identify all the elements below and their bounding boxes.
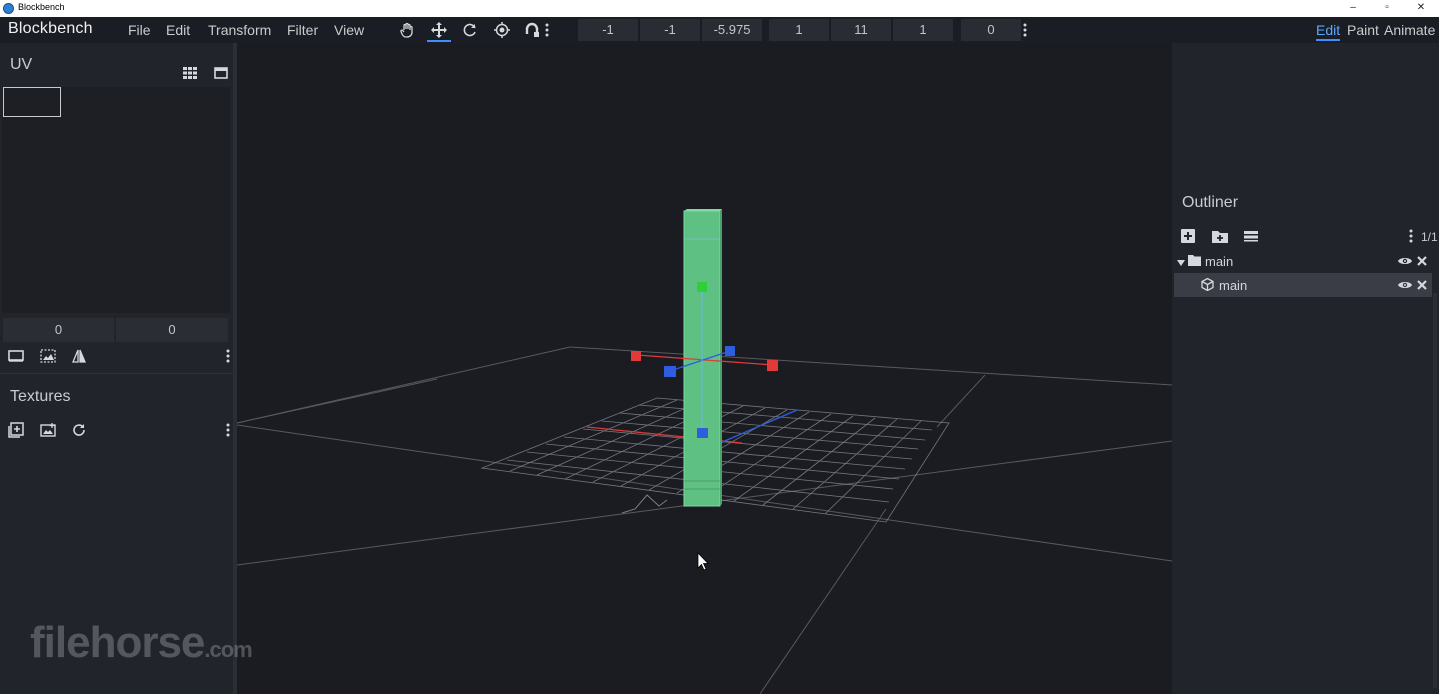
create-texture-icon[interactable] (39, 421, 57, 439)
3d-viewport[interactable] (237, 43, 1172, 694)
mode-paint-tab[interactable]: Paint (1347, 22, 1379, 38)
menu-transform[interactable]: Transform (208, 22, 271, 38)
move-tool-icon[interactable] (427, 19, 451, 42)
textures-panel-title: Textures (10, 388, 71, 405)
mode-edit-tab[interactable]: Edit (1316, 22, 1341, 41)
maximize-uv-icon[interactable] (212, 64, 230, 82)
export-toggle-x-icon[interactable] (1417, 254, 1431, 268)
textures-more-icon[interactable] (224, 421, 232, 439)
add-cube-icon[interactable] (1179, 227, 1197, 245)
outliner-title: Outliner (1182, 194, 1239, 211)
export-toggle-x-icon[interactable] (1417, 278, 1431, 292)
os-title-bar: Blockbench – ▫ ✕ (0, 0, 1439, 17)
cube-icon (1201, 277, 1215, 292)
window-title: Blockbench (18, 2, 65, 12)
viewport-scene (237, 209, 1172, 694)
mouse-cursor (697, 552, 709, 571)
uv-size-y-field[interactable]: 0 (116, 318, 228, 342)
outliner-scrollbar[interactable] (1433, 293, 1437, 688)
gizmo-z-handle-far (725, 346, 735, 356)
gizmo-x-handle (767, 360, 778, 371)
visibility-eye-icon[interactable] (1398, 278, 1412, 292)
menu-edit[interactable]: Edit (166, 22, 190, 38)
outliner-counter: 1/1 (1421, 230, 1438, 244)
maximize-button[interactable]: ▫ (1370, 0, 1404, 17)
pivot-tool-icon[interactable] (490, 19, 514, 41)
position-x-field[interactable]: -1 (578, 19, 638, 41)
folder-icon (1188, 254, 1202, 268)
right-sidebar: Outliner 1/1 main main (1172, 43, 1439, 694)
inflate-field[interactable]: 0 (961, 19, 1021, 41)
menu-filter[interactable]: Filter (287, 22, 318, 38)
hand-tool-icon[interactable] (395, 19, 419, 41)
cube-element (683, 209, 722, 507)
menu-file[interactable]: File (128, 22, 151, 38)
collapse-all-icon[interactable] (1242, 227, 1260, 245)
rotate-tool-icon[interactable] (458, 19, 482, 41)
add-group-icon[interactable] (1211, 227, 1229, 245)
gizmo-x-handle-neg (631, 351, 641, 361)
position-y-field[interactable]: -1 (640, 19, 700, 41)
gizmo-y-handle (697, 282, 707, 292)
import-texture-icon[interactable] (7, 421, 25, 439)
size-z-field[interactable]: 1 (893, 19, 953, 41)
menu-view[interactable]: View (334, 22, 364, 38)
element-panel-area (1172, 43, 1439, 183)
minimize-button[interactable]: – (1336, 0, 1370, 17)
outliner-more-icon[interactable] (1407, 227, 1415, 245)
left-sidebar: UV 0 0 Textures (0, 43, 236, 694)
uv-size-x-field[interactable]: 0 (3, 318, 114, 342)
outliner-cube-row[interactable]: main (1174, 273, 1432, 297)
grid-view-icon[interactable] (181, 64, 199, 82)
uv-editor-canvas[interactable] (2, 87, 230, 313)
mode-animate-tab[interactable]: Animate (1384, 22, 1435, 38)
menu-bar: Blockbench File Edit Transform Filter Vi… (0, 17, 1439, 43)
uv-more-icon[interactable] (224, 347, 232, 365)
north-indicator (621, 494, 668, 514)
visibility-eye-icon[interactable] (1398, 254, 1412, 268)
size-x-field[interactable]: 1 (769, 19, 829, 41)
outliner-cube-label: main (1219, 278, 1248, 293)
app-brand: Blockbench (8, 20, 93, 37)
reload-textures-icon[interactable] (70, 421, 88, 439)
uv-panel-title: UV (10, 56, 33, 73)
uv-face-icon[interactable] (7, 347, 25, 365)
gizmo-pivot-handle (697, 428, 708, 438)
uv-mirror-icon[interactable] (70, 347, 88, 365)
outliner-group-row[interactable]: main (1174, 249, 1432, 273)
position-z-field[interactable]: -5.975 (702, 19, 762, 41)
size-y-field[interactable]: 11 (831, 19, 891, 41)
uv-texture-select-icon[interactable] (39, 347, 57, 365)
toolbar-more-icon[interactable] (541, 19, 553, 41)
uv-face-box[interactable] (3, 87, 61, 117)
panel-divider (0, 373, 236, 374)
outliner-group-label: main (1205, 254, 1234, 269)
transform-more-icon[interactable] (1019, 19, 1031, 41)
blockbench-app-icon (3, 3, 14, 14)
gizmo-z-handle (664, 366, 676, 377)
close-button[interactable]: ✕ (1404, 0, 1438, 17)
filehorse-watermark: filehorse.com (30, 618, 253, 667)
